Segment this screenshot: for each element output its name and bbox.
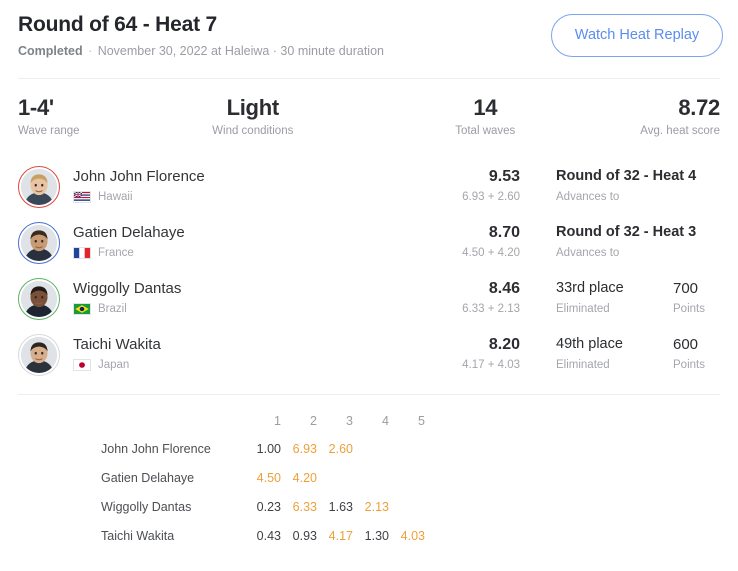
wave-score: 1.30 [364, 529, 389, 543]
wave-row-athlete-name: Wiggolly Dantas [101, 500, 192, 514]
watch-heat-replay-button[interactable]: Watch Heat Replay [551, 14, 723, 57]
wave-row-athlete-name: Gatien Delahaye [101, 471, 195, 485]
athlete-country: France [73, 246, 134, 260]
avatar [21, 169, 57, 205]
athlete-row[interactable]: John John Florence Hawaii 9.53 6.93 + 2.60 R… [18, 159, 720, 215]
athlete-points-label: Points [673, 303, 705, 315]
wave-table-body: John John Florence 1.00 6.93 2.60 Gatien Del… [18, 437, 720, 553]
wave-table-row: Taichi Wakita 0.43 0.93 4.17 1.30 4.03 [18, 524, 720, 553]
athlete-name: John John Florence [73, 168, 205, 185]
avatar-ring [18, 222, 60, 264]
meta-separator: · [84, 44, 96, 58]
wave-column-header: 1 [274, 414, 281, 428]
stat-label: Wind conditions [212, 125, 294, 137]
results-divider [18, 394, 720, 395]
wave-table-row: John John Florence 1.00 6.93 2.60 [18, 437, 720, 466]
wave-row-athlete-name: Taichi Wakita [101, 529, 175, 543]
wave-score-counted: 6.33 [292, 500, 317, 514]
flag-icon [73, 359, 91, 371]
wave-score: 1.00 [256, 442, 281, 456]
stat-wind-conditions: Light Wind conditions [175, 95, 368, 139]
heat-stats: 1-4' Wave range Light Wind conditions 14… [0, 79, 738, 139]
athlete-result: 33rd place [556, 280, 624, 296]
wave-score-counted: 4.20 [292, 471, 317, 485]
athlete-status: Advances to [556, 191, 620, 203]
athlete-result[interactable]: Round of 32 - Heat 3 [556, 222, 696, 243]
athlete-points: 600 [673, 336, 699, 353]
athlete-list: John John Florence Hawaii 9.53 6.93 + 2.60 R… [0, 159, 738, 383]
wave-scores-table: 1 2 3 4 5 John John Florence 1.00 6.93 2.60 Gati… [0, 409, 738, 553]
wave-score: 0.43 [256, 529, 281, 543]
flag-icon [73, 303, 91, 315]
athlete-points: 700 [673, 280, 699, 297]
wave-score-counted: 2.13 [364, 500, 389, 514]
wave-score-counted: 2.60 [328, 442, 353, 456]
wave-score: 1.63 [328, 500, 353, 514]
avatar-ring [18, 166, 60, 208]
stat-value: 14 [473, 95, 498, 120]
wave-row-athlete-name: John John Florence [101, 442, 211, 456]
athlete-row[interactable]: Gatien Delahaye France 8.70 4.50 + 4.20 Roun… [18, 215, 720, 271]
score-breakdown: 4.17 + 4.03 [462, 359, 520, 371]
heat-score: 9.53 [488, 168, 520, 185]
wave-column-header: 5 [418, 414, 425, 428]
wave-score: 0.93 [292, 529, 317, 543]
stat-value: Light [226, 95, 280, 120]
athlete-name: Taichi Wakita [73, 336, 161, 353]
athlete-country: Hawaii [73, 190, 133, 204]
athlete-country: Japan [73, 358, 129, 372]
stat-label: Avg. heat score [640, 125, 720, 137]
country-label: France [98, 247, 134, 259]
heat-score: 8.46 [488, 280, 520, 297]
status-badge: Completed [18, 44, 83, 58]
avatar-ring [18, 334, 60, 376]
wave-score-counted: 4.17 [328, 529, 353, 543]
country-label: Hawaii [98, 191, 133, 203]
wave-table-row: Wiggolly Dantas 0.23 6.33 1.63 2.13 [18, 495, 720, 524]
athlete-result[interactable]: Round of 32 - Heat 4 [556, 166, 696, 187]
stat-avg-heat-score: 8.72 Avg. heat score [564, 95, 720, 139]
athlete-result: 49th place [556, 336, 623, 352]
heat-score: 8.20 [488, 336, 520, 353]
heat-score: 8.70 [488, 224, 520, 241]
wave-column-header: 3 [346, 414, 353, 428]
country-label: Brazil [98, 303, 127, 315]
wave-table-row: Gatien Delahaye 4.50 4.20 [18, 466, 720, 495]
wave-score-counted: 4.50 [256, 471, 281, 485]
athlete-row[interactable]: Taichi Wakita Japan 8.20 4.17 + 4.03 49th pl… [18, 327, 720, 383]
heat-header: Round of 64 - Heat 7 Completed · Novembe… [0, 0, 738, 59]
flag-icon [73, 247, 91, 259]
wave-column-header: 4 [382, 414, 389, 428]
stat-wave-range: 1-4' Wave range [18, 95, 175, 139]
athlete-points-label: Points [673, 359, 705, 371]
score-breakdown: 6.33 + 2.13 [462, 303, 520, 315]
athlete-status: Advances to [556, 247, 620, 259]
wave-score-counted: 4.03 [400, 529, 425, 543]
stat-total-waves: 14 Total waves [367, 95, 564, 139]
athlete-row[interactable]: Wiggolly Dantas Brazil 8.46 6.33 + 2.13 33rd… [18, 271, 720, 327]
stat-label: Total waves [455, 125, 516, 137]
athlete-name: Gatien Delahaye [73, 224, 185, 241]
country-label: Japan [98, 359, 130, 371]
wave-column-header: 2 [310, 414, 317, 428]
avatar-ring [18, 278, 60, 320]
heat-results-page: Round of 64 - Heat 7 Completed · Novembe… [0, 0, 738, 571]
flag-icon [73, 191, 91, 203]
wave-score: 0.23 [256, 500, 281, 514]
athlete-status: Eliminated [556, 359, 610, 371]
wave-score-counted: 6.93 [292, 442, 317, 456]
athlete-country: Brazil [73, 302, 127, 316]
stat-value: 1-4' [18, 95, 54, 120]
score-breakdown: 6.93 + 2.60 [462, 191, 520, 203]
athlete-status: Eliminated [556, 303, 610, 315]
score-breakdown: 4.50 + 4.20 [462, 247, 520, 259]
heat-meta-details: November 30, 2022 at Haleiwa · 30 minute… [97, 44, 384, 58]
athlete-name: Wiggolly Dantas [73, 280, 182, 297]
wave-table-header: 1 2 3 4 5 [18, 409, 720, 437]
stat-label: Wave range [18, 125, 80, 137]
stat-value: 8.72 [678, 95, 720, 120]
avatar [21, 281, 57, 317]
avatar [21, 337, 57, 373]
avatar [21, 225, 57, 261]
